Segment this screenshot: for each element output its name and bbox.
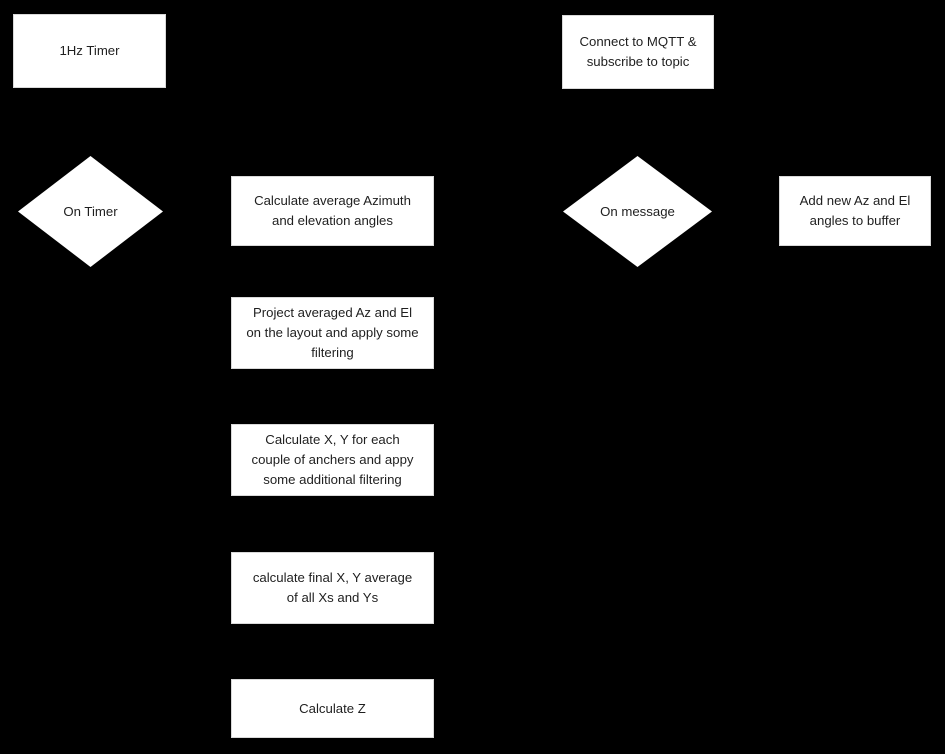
process-node-calc-final-xy[interactable]: calculate final X, Y average of all Xs a… — [231, 552, 434, 624]
process-node-calc-average-angles[interactable]: Calculate average Azimuth and elevation … — [231, 176, 434, 246]
node-label: 1Hz Timer — [59, 43, 120, 58]
flowchart-canvas: 1Hz Timer Connect to MQTT & subscribe to … — [0, 0, 945, 754]
node-label: calculate final X, Y average of all Xs a… — [252, 570, 413, 605]
process-node-calc-z[interactable]: Calculate Z — [231, 679, 434, 738]
node-label: Calculate X, Y for each couple of ancher… — [251, 432, 414, 487]
node-label: Connect to MQTT & subscribe to topic — [579, 34, 697, 69]
process-node-timer-source[interactable]: 1Hz Timer — [13, 14, 166, 88]
node-label: Project averaged Az and El on the layout… — [246, 305, 419, 360]
decision-node-on-message[interactable]: On message — [563, 156, 712, 267]
process-node-calc-xy-anchor-pairs[interactable]: Calculate X, Y for each couple of ancher… — [231, 424, 434, 496]
process-node-add-angles-buffer[interactable]: Add new Az and El angles to buffer — [779, 176, 931, 246]
process-node-project-layout[interactable]: Project averaged Az and El on the layout… — [231, 297, 434, 369]
node-label: On message — [600, 203, 675, 219]
node-label: Add new Az and El angles to buffer — [799, 193, 911, 228]
node-label: Calculate Z — [299, 700, 366, 716]
node-label: On Timer — [63, 203, 118, 219]
node-label: Calculate average Azimuth and elevation … — [254, 193, 411, 228]
process-node-mqtt-connect[interactable]: Connect to MQTT & subscribe to topic — [562, 15, 714, 89]
decision-node-on-timer[interactable]: On Timer — [18, 156, 163, 267]
